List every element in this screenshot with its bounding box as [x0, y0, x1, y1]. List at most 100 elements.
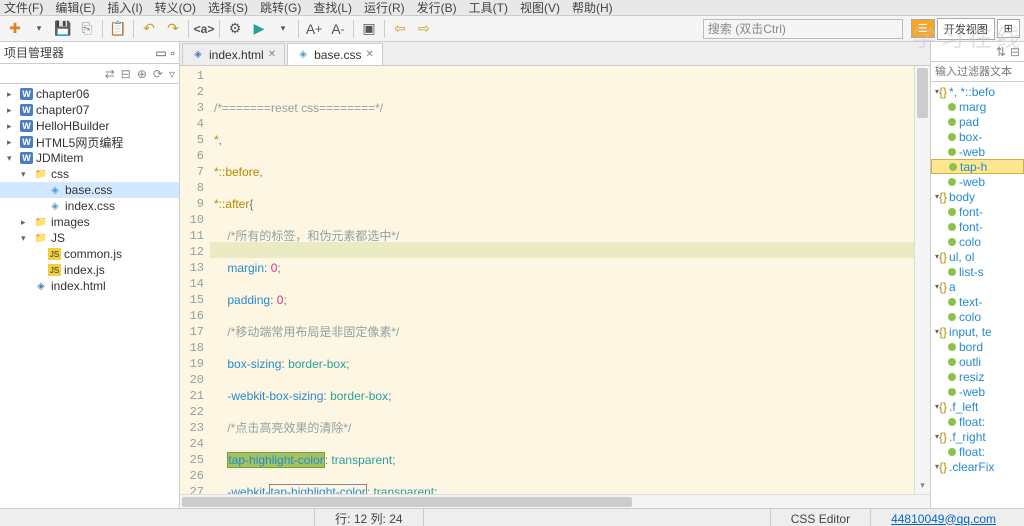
editor-tab[interactable]: ◈index.html✕: [182, 43, 285, 65]
outline-sort-icon[interactable]: ⇅: [996, 45, 1006, 59]
perspective-grid-icon[interactable]: ⊞: [997, 19, 1020, 38]
cursor-position: 行: 12 列: 24: [314, 509, 422, 526]
format-button[interactable]: <a>: [193, 18, 215, 40]
project-panel-title: 项目管理器: [4, 44, 64, 61]
perspective-dev[interactable]: 开发视图: [937, 18, 995, 40]
tree-item[interactable]: JSindex.js: [0, 262, 179, 278]
menu-help[interactable]: 帮助(H): [572, 0, 613, 16]
tree-item[interactable]: ◈index.css: [0, 198, 179, 214]
tree-item[interactable]: JScommon.js: [0, 246, 179, 262]
outline-item[interactable]: -web: [931, 144, 1024, 159]
outline-item[interactable]: list-s: [931, 264, 1024, 279]
outline-item[interactable]: ▾{}.f_left: [931, 399, 1024, 414]
line-gutter: 1234567891011121314151617181920212223242…: [180, 66, 210, 494]
perspective-icon[interactable]: ☰: [911, 19, 935, 38]
editor-tabs: ◈index.html✕◈base.css✕: [180, 42, 930, 66]
run-button[interactable]: ▶: [248, 18, 270, 40]
outline-item[interactable]: colo: [931, 309, 1024, 324]
tree-item[interactable]: ▸Wchapter07: [0, 102, 179, 118]
outline-item[interactable]: text-: [931, 294, 1024, 309]
outline-item[interactable]: -web: [931, 174, 1024, 189]
tree-item[interactable]: ▾📁css: [0, 166, 179, 182]
font-increase-button[interactable]: A+: [303, 18, 325, 40]
filter-icon[interactable]: ⊕: [137, 67, 147, 81]
menu-publish[interactable]: 发行(B): [417, 0, 457, 16]
editor-tab[interactable]: ◈base.css✕: [287, 43, 383, 65]
menu-goto[interactable]: 跳转(G): [260, 0, 301, 16]
outline-item[interactable]: font-: [931, 219, 1024, 234]
tree-item[interactable]: ◈base.css: [0, 182, 179, 198]
outline-tree[interactable]: ▾{}*, *::befomargpadbox--webtap-h-web▾{}…: [931, 82, 1024, 508]
outline-item[interactable]: box-: [931, 129, 1024, 144]
vertical-scrollbar[interactable]: ▴ ▾: [914, 66, 930, 494]
outline-item[interactable]: ▾{}.f_right: [931, 429, 1024, 444]
code-editor[interactable]: /*=======reset css========*/ *, *::befor…: [210, 66, 914, 494]
status-bar: 行: 12 列: 24 CSS Editor 44810049@qq.com: [0, 508, 1024, 526]
horizontal-scrollbar[interactable]: [180, 494, 930, 508]
outline-item[interactable]: float:: [931, 414, 1024, 429]
tree-item[interactable]: ▸📁images: [0, 214, 179, 230]
close-tab-icon[interactable]: ✕: [365, 49, 373, 60]
outline-item[interactable]: outli: [931, 354, 1024, 369]
menu-view[interactable]: 视图(V): [520, 0, 560, 16]
new-button[interactable]: ✚: [4, 18, 26, 40]
paste-button[interactable]: 📋: [107, 18, 129, 40]
font-decrease-button[interactable]: A-: [327, 18, 349, 40]
tree-item[interactable]: ◈index.html: [0, 278, 179, 294]
tree-item[interactable]: ▸Wchapter06: [0, 86, 179, 102]
menu-find[interactable]: 查找(L): [313, 0, 352, 16]
menu-file[interactable]: 文件(F): [4, 0, 43, 16]
refresh-icon[interactable]: ⟳: [153, 67, 163, 81]
outline-item[interactable]: float:: [931, 444, 1024, 459]
menu-edit[interactable]: 编辑(E): [55, 0, 95, 16]
outline-item[interactable]: marg: [931, 99, 1024, 114]
back-button[interactable]: ⇦: [389, 18, 411, 40]
outline-filter-input[interactable]: [931, 62, 1024, 81]
outline-item[interactable]: resiz: [931, 369, 1024, 384]
run-dropdown[interactable]: ▾: [272, 18, 294, 40]
new-dropdown[interactable]: ▾: [28, 18, 50, 40]
link-icon[interactable]: ⇄: [105, 67, 115, 81]
outline-panel: ⇅ ⊟ ▾{}*, *::befomargpadbox--webtap-h-we…: [930, 42, 1024, 508]
tree-item[interactable]: ▸WHelloHBuilder: [0, 118, 179, 134]
outline-menu-icon[interactable]: ⊟: [1010, 45, 1020, 59]
minimize-icon[interactable]: ▭: [155, 46, 166, 60]
user-link[interactable]: 44810049@qq.com: [891, 512, 996, 526]
tree-item[interactable]: ▾WJDMitem: [0, 150, 179, 166]
outline-item[interactable]: -web: [931, 384, 1024, 399]
outline-item[interactable]: tap-h: [931, 159, 1024, 174]
save-button[interactable]: 💾: [52, 18, 74, 40]
outline-item[interactable]: ▾{}input, te: [931, 324, 1024, 339]
search-box[interactable]: 搜索 (双击Ctrl): [703, 19, 903, 39]
tree-item[interactable]: ▾📁JS: [0, 230, 179, 246]
tree-item[interactable]: ▸WHTML5网页编程: [0, 134, 179, 150]
editor-mode: CSS Editor: [770, 509, 870, 526]
toolbar: ✚ ▾ 💾 ⎘ 📋 ↶ ↷ <a> ⚙ ▶ ▾ A+ A- ▣ ⇦ ⇨ 搜索 (…: [0, 16, 1024, 42]
project-tree[interactable]: ▸Wchapter06▸Wchapter07▸WHelloHBuilder▸WH…: [0, 84, 179, 508]
menu-run[interactable]: 运行(R): [364, 0, 405, 16]
outline-item[interactable]: font-: [931, 204, 1024, 219]
outline-item[interactable]: pad: [931, 114, 1024, 129]
close-tab-icon[interactable]: ✕: [268, 49, 276, 60]
outline-item[interactable]: bord: [931, 339, 1024, 354]
outline-item[interactable]: ▾{}.clearFix: [931, 459, 1024, 474]
menu-insert[interactable]: 插入(I): [107, 0, 142, 16]
menu-icon[interactable]: ▿: [169, 67, 175, 81]
menu-bar: 文件(F) 编辑(E) 插入(I) 转义(O) 选择(S) 跳转(G) 查找(L…: [0, 0, 1024, 16]
outline-item[interactable]: ▾{}*, *::befo: [931, 84, 1024, 99]
menu-escape[interactable]: 转义(O): [155, 0, 196, 16]
outline-item[interactable]: ▾{}a: [931, 279, 1024, 294]
outline-item[interactable]: colo: [931, 234, 1024, 249]
menu-select[interactable]: 选择(S): [208, 0, 248, 16]
redo-button[interactable]: ↷: [162, 18, 184, 40]
save-all-button[interactable]: ⎘: [76, 18, 98, 40]
config-button[interactable]: ⚙: [224, 18, 246, 40]
terminal-button[interactable]: ▣: [358, 18, 380, 40]
forward-button[interactable]: ⇨: [413, 18, 435, 40]
collapse-icon[interactable]: ⊟: [121, 67, 131, 81]
outline-item[interactable]: ▾{}body: [931, 189, 1024, 204]
undo-button[interactable]: ↶: [138, 18, 160, 40]
outline-item[interactable]: ▾{}ul, ol: [931, 249, 1024, 264]
close-panel-icon[interactable]: ▫: [171, 46, 175, 60]
menu-tools[interactable]: 工具(T): [469, 0, 508, 16]
